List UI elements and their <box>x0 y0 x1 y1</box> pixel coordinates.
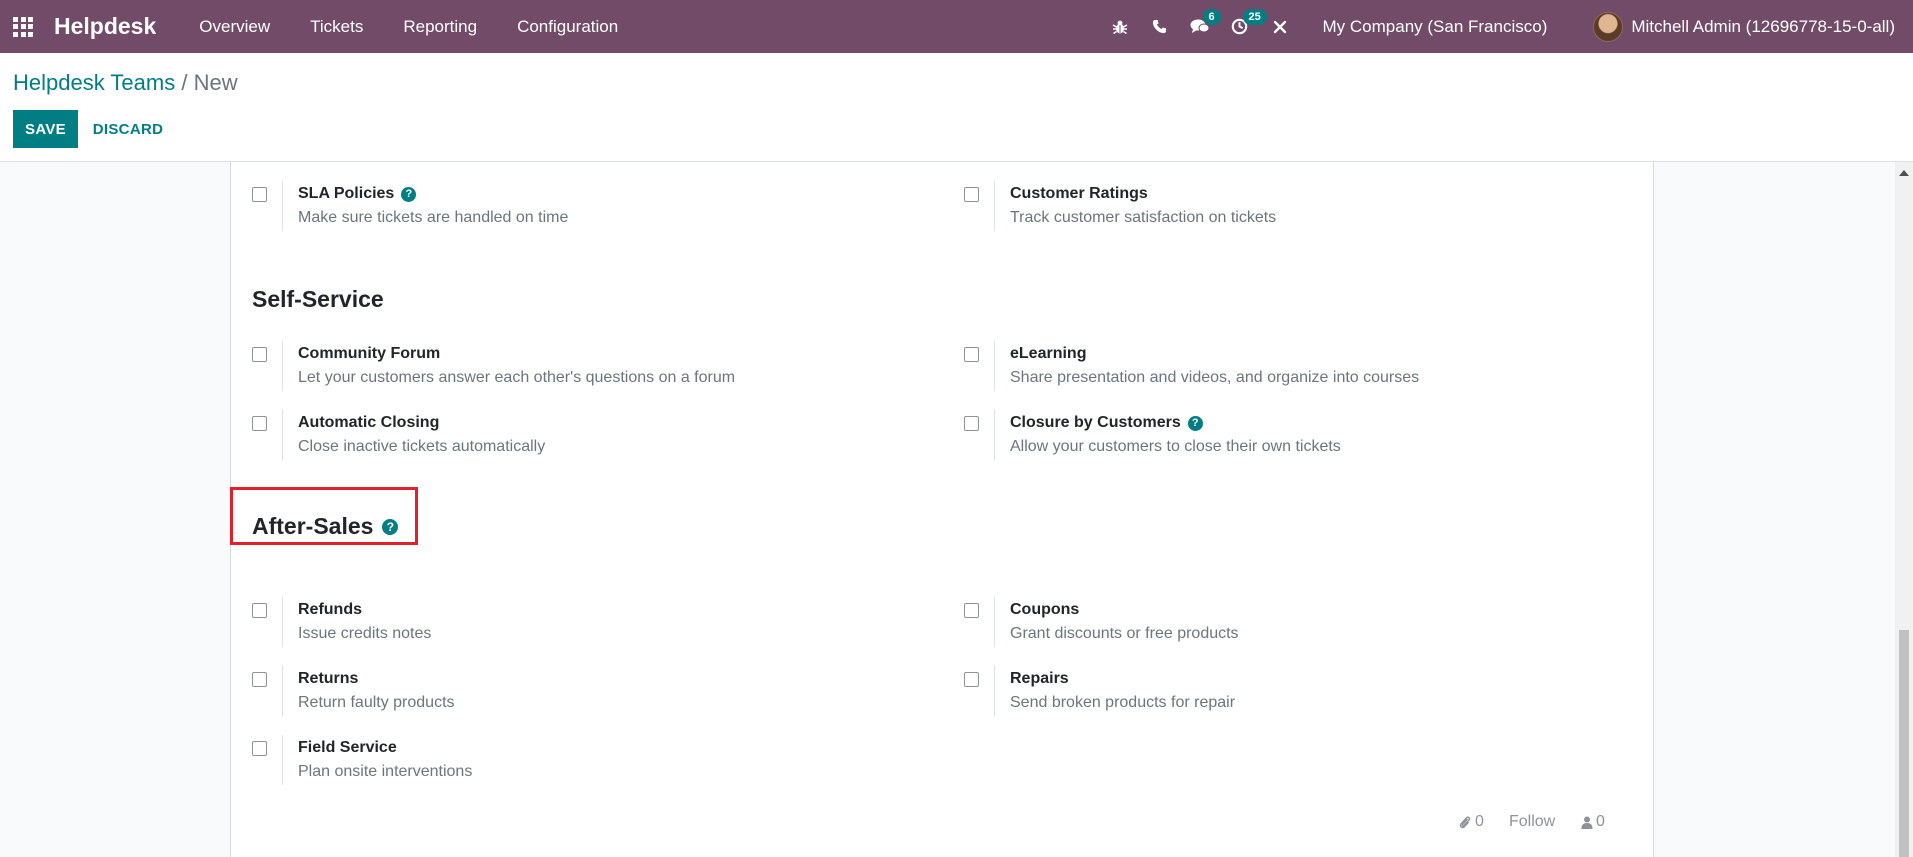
setting-title: SLA Policies ? <box>298 185 417 203</box>
help-icon[interactable]: ? <box>1187 415 1203 431</box>
coupons-checkbox[interactable] <box>964 603 979 618</box>
discard-button[interactable]: DISCARD <box>83 110 173 148</box>
repairs-checkbox[interactable] <box>964 672 979 687</box>
closure-by-customers-label: Closure by Customers <box>1010 414 1181 431</box>
user-menu[interactable]: Mitchell Admin (12696778-15-0-all) <box>1593 11 1895 42</box>
setting-title: eLearning <box>1010 345 1087 362</box>
breadcrumb-helpdesk-teams[interactable]: Helpdesk Teams <box>13 70 175 95</box>
highlight-annotation-box <box>230 487 418 545</box>
setting-description: Make sure tickets are handled on time <box>298 209 569 226</box>
sla-policies-label: SLA Policies <box>298 185 395 202</box>
returns-checkbox[interactable] <box>252 672 267 687</box>
activities-clock-icon[interactable]: 25 <box>1220 0 1267 53</box>
setting-title: Customer Ratings <box>1010 185 1148 202</box>
setting-description: Track customer satisfaction on tickets <box>1010 209 1277 226</box>
setting-description: Let your customers answer each other's q… <box>298 369 736 386</box>
phone-icon[interactable] <box>1140 0 1180 53</box>
customer-ratings-checkbox[interactable] <box>964 187 979 202</box>
breadcrumb-separator: / <box>181 70 188 95</box>
divider <box>282 181 283 231</box>
form-view-content: SLA Policies ? Make sure tickets are han… <box>0 162 1895 857</box>
debug-tools-icon[interactable] <box>1260 0 1300 53</box>
divider <box>282 341 283 391</box>
elearning-checkbox[interactable] <box>964 347 979 362</box>
scrollbar-thumb[interactable] <box>1899 630 1909 857</box>
setting-description: Return faulty products <box>298 694 455 711</box>
user-name: Mitchell Admin (12696778-15-0-all) <box>1631 16 1895 36</box>
setting-title: Repairs <box>1010 670 1069 687</box>
automatic-closing-checkbox[interactable] <box>252 416 267 431</box>
community-forum-checkbox[interactable] <box>252 347 267 362</box>
menu-configuration[interactable]: Configuration <box>497 17 638 37</box>
field-service-checkbox[interactable] <box>252 741 267 756</box>
paperclip-icon <box>1459 816 1471 828</box>
divider <box>994 341 995 391</box>
breadcrumb: Helpdesk Teams / New <box>13 70 238 96</box>
divider <box>282 666 283 716</box>
setting-title: Coupons <box>1010 601 1080 618</box>
setting-description: Allow your customers to close their own … <box>1010 438 1341 455</box>
setting-description: Issue credits notes <box>298 625 432 642</box>
attachments-counter[interactable]: 0 <box>1458 813 1484 831</box>
top-navbar: Helpdesk Overview Tickets Reporting Conf… <box>0 0 1913 53</box>
menu-reporting[interactable]: Reporting <box>383 17 497 37</box>
section-title-after-sales: After-Sales ? <box>230 487 418 545</box>
menu-tickets[interactable]: Tickets <box>290 17 383 37</box>
follow-button[interactable]: Follow <box>1509 813 1555 831</box>
attachments-count: 0 <box>1475 813 1484 830</box>
divider <box>994 597 995 647</box>
scroll-up-arrow-icon[interactable] <box>1895 170 1913 182</box>
user-icon <box>1581 816 1593 829</box>
company-switcher[interactable]: My Company (San Francisco) <box>1323 17 1548 37</box>
sla-policies-checkbox[interactable] <box>252 187 267 202</box>
setting-title: Closure by Customers ? <box>1010 414 1203 432</box>
vertical-scrollbar[interactable] <box>1895 162 1913 857</box>
followers-count: 0 <box>1596 813 1605 830</box>
section-title-self-service: Self-Service <box>252 286 384 312</box>
setting-description: Send broken products for repair <box>1010 694 1236 711</box>
divider <box>282 735 283 785</box>
setting-description: Plan onsite interventions <box>298 763 473 780</box>
setting-title: Community Forum <box>298 345 441 362</box>
followers-counter[interactable]: 0 <box>1581 813 1605 831</box>
setting-title: Automatic Closing <box>298 414 440 431</box>
form-sheet: SLA Policies ? Make sure tickets are han… <box>230 162 1654 857</box>
divider <box>282 597 283 647</box>
divider <box>994 410 995 460</box>
setting-title: Returns <box>298 670 359 687</box>
setting-description: Share presentation and videos, and organ… <box>1010 369 1420 386</box>
closure-by-customers-checkbox[interactable] <box>964 416 979 431</box>
menu-overview[interactable]: Overview <box>179 17 290 37</box>
bug-icon[interactable] <box>1100 0 1140 53</box>
divider <box>282 410 283 460</box>
apps-menu-icon[interactable] <box>12 16 34 38</box>
control-panel: Helpdesk Teams / New SAVE DISCARD <box>0 53 1913 162</box>
app-brand[interactable]: Helpdesk <box>54 13 156 40</box>
user-avatar <box>1593 11 1624 42</box>
setting-description: Close inactive tickets automatically <box>298 438 546 455</box>
divider <box>994 666 995 716</box>
setting-title: Field Service <box>298 739 397 756</box>
setting-description: Grant discounts or free products <box>1010 625 1239 642</box>
refunds-checkbox[interactable] <box>252 603 267 618</box>
messages-count-badge: 6 <box>1202 9 1221 25</box>
breadcrumb-current: New <box>193 70 238 95</box>
save-button[interactable]: SAVE <box>13 110 78 148</box>
messages-icon[interactable]: 6 <box>1180 0 1221 53</box>
help-icon[interactable]: ? <box>401 186 417 202</box>
setting-title: Refunds <box>298 601 362 618</box>
divider <box>994 181 995 231</box>
